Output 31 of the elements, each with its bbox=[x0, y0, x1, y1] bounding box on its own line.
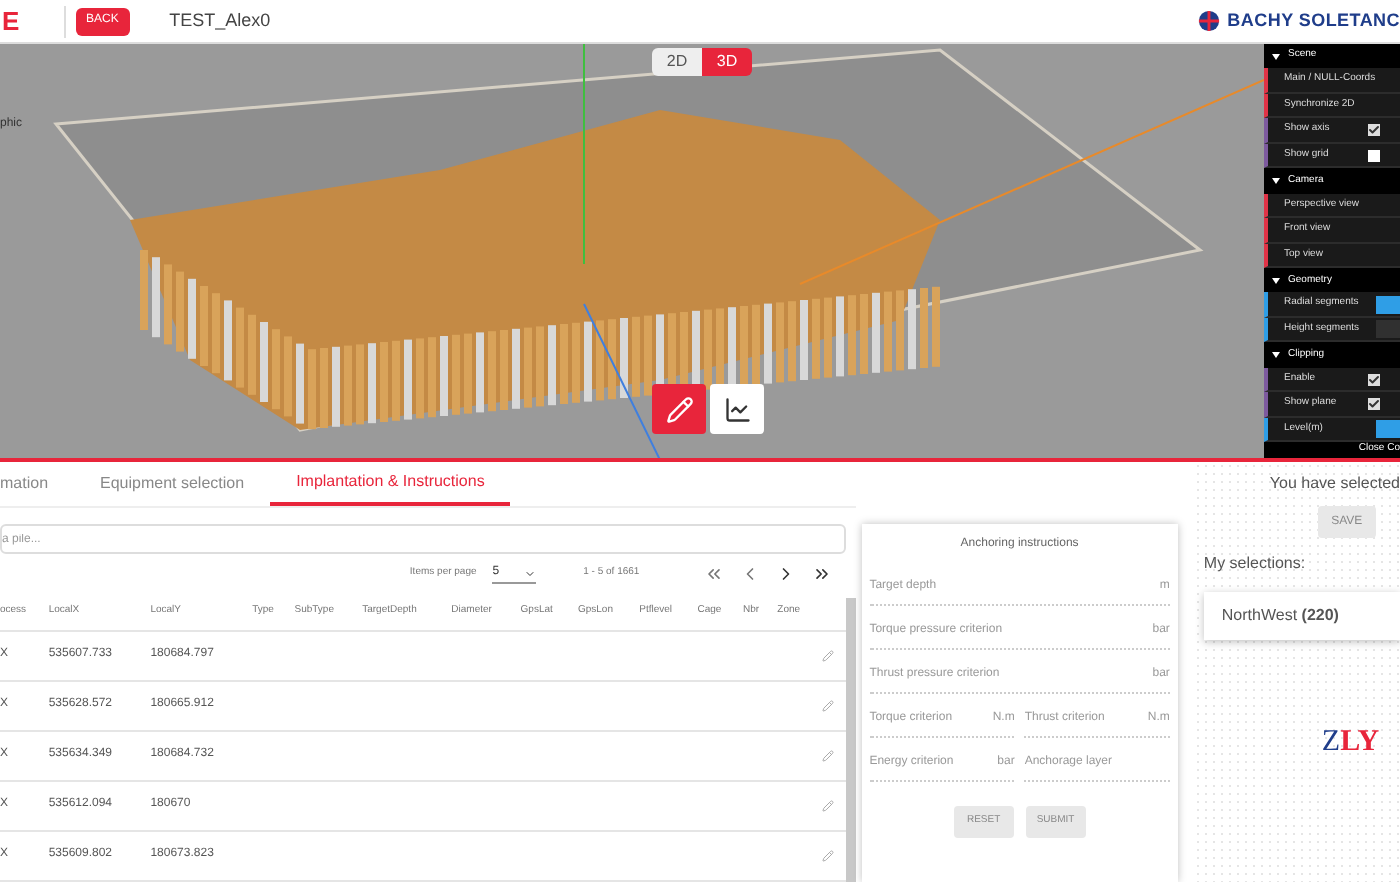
selections-heading: My selections: bbox=[1203, 552, 1308, 576]
brand-name: BACHY SOLETANC bbox=[1227, 7, 1400, 34]
tab[interactable]: Equipment selection bbox=[74, 462, 271, 506]
slider[interactable] bbox=[1376, 295, 1400, 314]
dropdown-caret-icon bbox=[523, 567, 536, 579]
line-chart-icon bbox=[723, 395, 751, 423]
view-mode-tab[interactable]: 3D bbox=[702, 48, 752, 76]
footer-logo: ZLY bbox=[1321, 724, 1382, 762]
checkbox[interactable] bbox=[1368, 373, 1380, 386]
checkbox[interactable] bbox=[1368, 398, 1380, 410]
checkbox[interactable] bbox=[1368, 149, 1380, 162]
caret-icon bbox=[1272, 53, 1280, 60]
caret-icon bbox=[1272, 277, 1280, 284]
project-title: TEST_Alex0 bbox=[169, 7, 271, 34]
globe-logo-icon bbox=[1197, 10, 1220, 32]
app-logo: E bbox=[0, 3, 20, 40]
first-page-icon[interactable] bbox=[703, 564, 724, 584]
tab[interactable]: Implantation & Instructions bbox=[270, 462, 511, 506]
view-mode-tab[interactable]: 2D bbox=[652, 48, 702, 76]
caret-icon bbox=[1272, 352, 1280, 359]
selection-card[interactable]: NorthWest (220) bbox=[1203, 592, 1400, 640]
last-page-icon[interactable] bbox=[811, 564, 832, 584]
chart-tool-button[interactable] bbox=[710, 384, 764, 434]
selection-summary: You have selected bbox=[1269, 472, 1400, 496]
slider[interactable] bbox=[1376, 320, 1400, 339]
caret-icon bbox=[1272, 177, 1280, 184]
checkbox[interactable] bbox=[1368, 124, 1380, 137]
pencil-icon bbox=[665, 395, 693, 423]
edit-tool-button[interactable] bbox=[652, 384, 706, 434]
slider[interactable] bbox=[1376, 419, 1400, 438]
tab[interactable]: mation bbox=[0, 462, 75, 506]
